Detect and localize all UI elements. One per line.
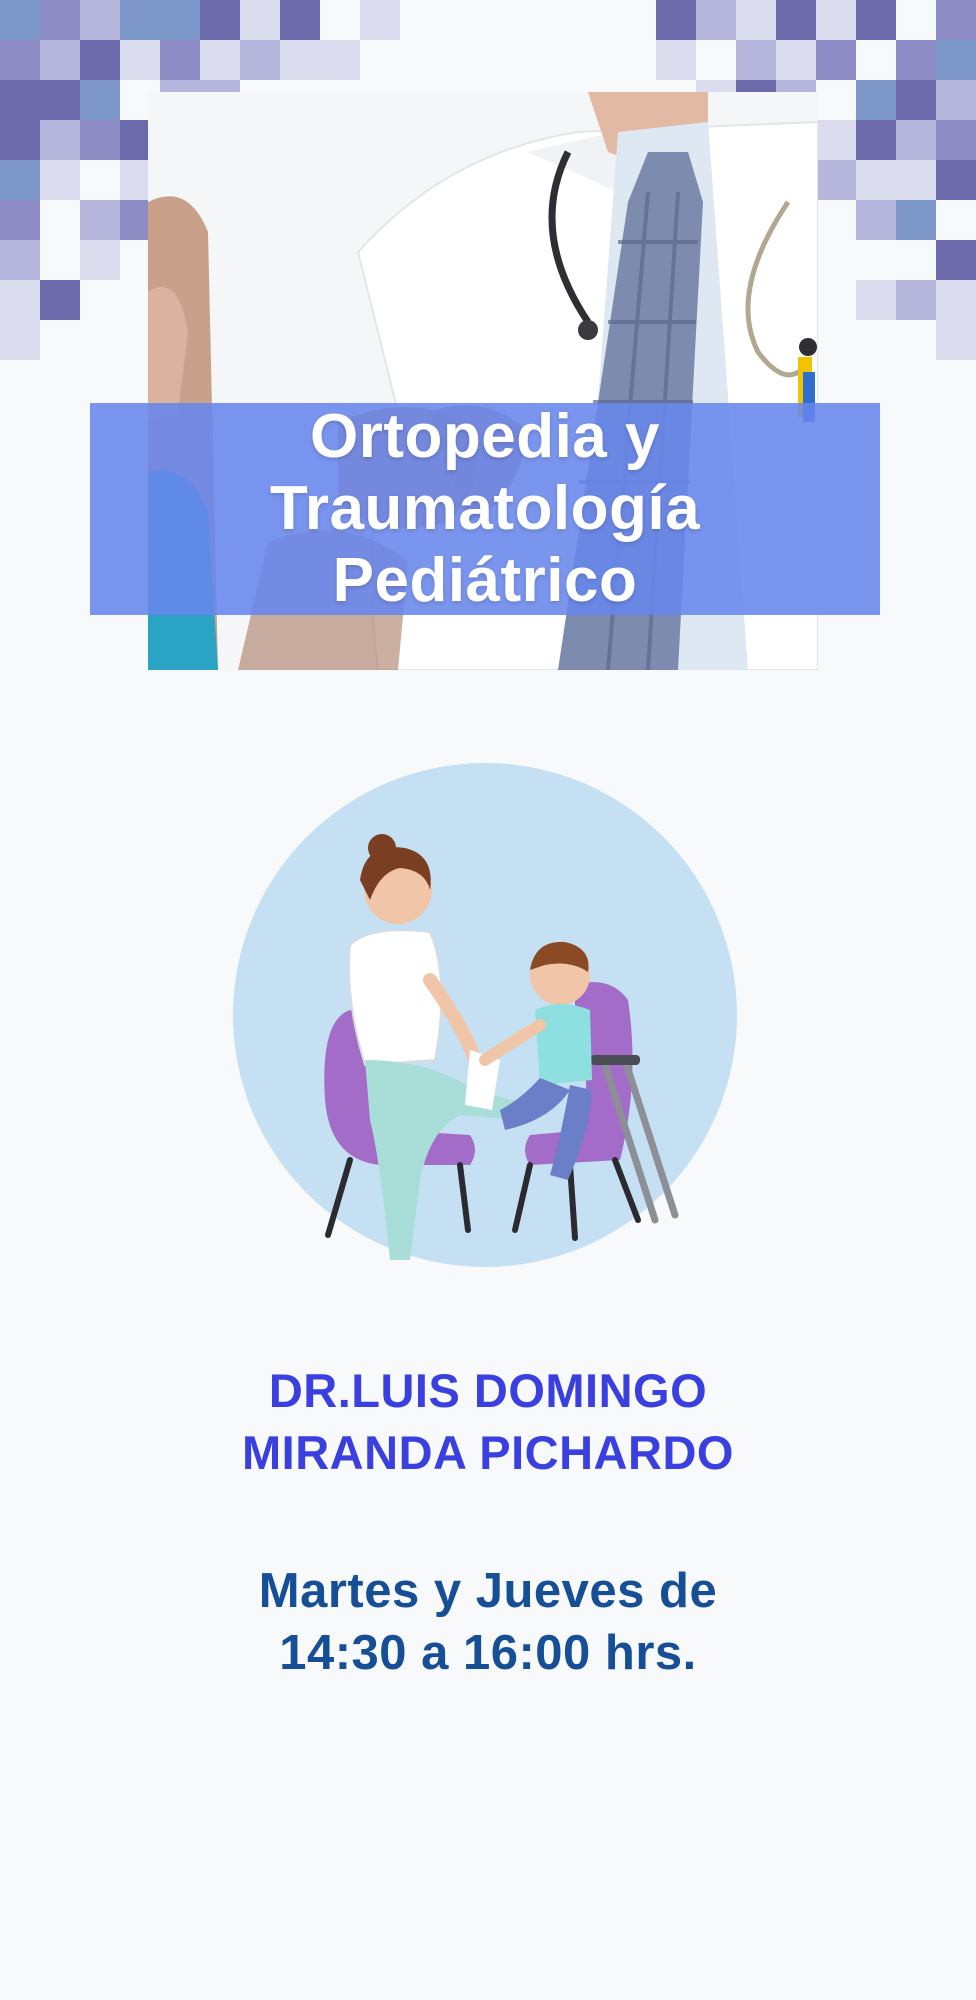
consultation-schedule: Martes y Jueves de 14:30 a 16:00 hrs. <box>0 1560 976 1684</box>
specialty-title-line-1: Ortopedia y <box>309 402 660 471</box>
schedule-line-2: 14:30 a 16:00 hrs. <box>279 1626 697 1680</box>
specialty-title-banner: Ortopedia y Traumatología Pediátrico <box>90 402 880 615</box>
pediatric-care-illustration <box>233 763 737 1267</box>
specialty-title-line-2: Traumatología <box>269 474 701 543</box>
doctor-name-line-2: MIRANDA PICHARDO <box>242 1426 734 1479</box>
doctor-name: DR.LUIS DOMINGO MIRANDA PICHARDO <box>0 1360 976 1484</box>
specialty-title-line-3: Pediátrico <box>332 546 638 615</box>
doctor-name-line-1: DR.LUIS DOMINGO <box>268 1364 708 1417</box>
schedule-line-1: Martes y Jueves de <box>258 1564 718 1618</box>
